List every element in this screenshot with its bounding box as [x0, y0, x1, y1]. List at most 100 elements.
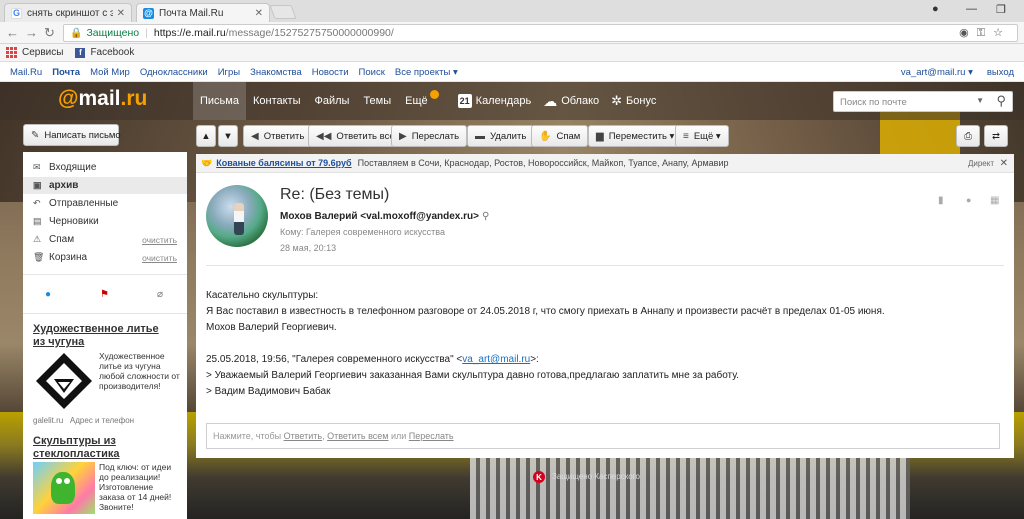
app-bonus[interactable]: ✲ Бонус [611, 93, 656, 109]
close-icon[interactable]: ✕ [1000, 158, 1008, 169]
nav-files[interactable]: Файлы [307, 82, 356, 120]
browser-tab-google[interactable]: G снять скриншот с экрана ✕ [4, 3, 132, 22]
archive-icon: ▣ [33, 180, 42, 190]
next-message-button[interactable]: ▼ [218, 125, 238, 147]
search-icon[interactable]: ⚲ [996, 93, 1006, 109]
quote-line: > Уважаемый Валерий Георгиевич заказанна… [206, 370, 740, 381]
portal-link-ok[interactable]: Одноклассники [140, 67, 208, 78]
top-ad-strip[interactable]: 🤝 Кованые балясины от 79.6руб Поставляем… [196, 154, 1014, 173]
close-icon[interactable]: ✕ [117, 8, 125, 19]
calendar-icon: 21 [457, 94, 472, 108]
user-email-menu[interactable]: va_art@mail.ru ▾ [901, 67, 973, 78]
forward-icon[interactable]: → [25, 25, 38, 40]
clear-spam-link[interactable]: очистить [142, 235, 177, 245]
app-cloud[interactable]: ☁ Облако [543, 93, 599, 110]
folder-inbox[interactable]: ✉ Входящие [33, 159, 183, 176]
minimize-icon[interactable]: — [966, 3, 977, 15]
refresh-button[interactable]: ⇄ [984, 125, 1008, 147]
logout-link[interactable]: выход [987, 67, 1014, 78]
portal-link-myworld[interactable]: Мой Мир [90, 67, 130, 78]
notification-badge [429, 89, 439, 99]
search-icon[interactable]: ⚲ [482, 211, 489, 222]
reply-button[interactable]: ◀ Ответить [243, 125, 313, 147]
message-date: 28 мая, 20:13 [280, 243, 337, 253]
mail-ru-logo[interactable]: @mail.ru [58, 87, 147, 111]
quick-reply-box[interactable]: Нажмите, чтобы Ответить, Ответить всем и… [206, 423, 1000, 449]
browser-tab-mail[interactable]: @ Почта Mail.Ru ✕ [136, 3, 270, 22]
print-button[interactable]: ⎙ [956, 125, 980, 147]
more-button[interactable]: ≡ Ещё ▾ [675, 125, 729, 147]
kaspersky-icon: K [533, 471, 545, 483]
portal-link-mailru[interactable]: Mail.Ru [10, 67, 42, 78]
message-recipient: Кому: Галерея современного искусства [280, 227, 445, 237]
message-subject: Re: (Без темы) [280, 186, 390, 203]
arrow-up-icon: ▲ [201, 130, 211, 142]
folder-archive[interactable]: ▣ архив [23, 177, 187, 194]
nav-letters[interactable]: Письма [193, 82, 246, 120]
app-calendar[interactable]: 21 Календарь [457, 94, 531, 108]
folder-spam[interactable]: ⚠ Спам очистить [33, 231, 183, 248]
flag-filter-icon[interactable]: ⚑ [100, 289, 109, 300]
move-button[interactable]: ▆ Переместить ▾ [588, 125, 683, 147]
compose-button[interactable]: ✎ Написать письмо [23, 124, 121, 146]
portal-link-all-projects[interactable]: Все проекты ▾ [395, 67, 458, 78]
nav-more[interactable]: Ещё [398, 82, 446, 120]
back-icon[interactable]: ← [6, 25, 19, 40]
folder-sent[interactable]: ↶ Отправленные [33, 195, 183, 212]
nav-contacts[interactable]: Контакты [246, 82, 308, 120]
unread-dot-icon[interactable]: ● [966, 195, 971, 205]
delete-button[interactable]: ▬ Удалить [467, 125, 535, 147]
folder-icon: ▆ [596, 130, 604, 142]
nav-themes[interactable]: Темы [356, 82, 398, 120]
ad-link[interactable]: Кованые балясины от 79.6руб [216, 158, 351, 168]
bookmark-facebook[interactable]: f Facebook [75, 47, 134, 58]
portal-link-mail[interactable]: Почта [52, 67, 80, 78]
folder-drafts[interactable]: ▤ Черновики [33, 213, 183, 230]
portal-link-search[interactable]: Поиск [359, 67, 385, 78]
ad-description: Поставляем в Сочи, Краснодар, Ростов, Но… [357, 158, 729, 168]
envelope-icon: ✉ [33, 162, 41, 172]
clear-trash-link[interactable]: очистить [142, 253, 177, 263]
divider [206, 265, 1004, 266]
message-sender[interactable]: Мохов Валерий <val.moxoff@yandex.ru> ⚲ [280, 211, 489, 222]
prev-message-button[interactable]: ▲ [196, 125, 216, 147]
address-bar[interactable]: 🔒 Защищено | https://e.mail.ru/message/1… [63, 24, 1018, 42]
omnibox-icons[interactable]: ◉⚿☆ [959, 26, 1011, 40]
print-icon: ⎙ [964, 130, 972, 142]
close-icon[interactable]: ✕ [255, 8, 263, 19]
body-line: Касательно скульптуры: [206, 290, 319, 301]
folder-sidebar: ✉ Входящие ▣ архив ↶ Отправленные ▤ Черновик… [23, 152, 187, 519]
quick-forward-link[interactable]: Переслать [409, 431, 454, 441]
ad-direct-label[interactable]: Директ [968, 159, 994, 168]
spam-icon: ⚠ [33, 234, 42, 244]
mail-header: @mail.ru Письма Контакты Файлы Темы Ещё … [0, 82, 1024, 120]
ad-title-sculptures[interactable]: Скульптуры из стеклопластика [33, 435, 143, 461]
tab-title: снять скриншот с экрана [27, 7, 113, 19]
unread-filter-icon[interactable]: ● [45, 289, 51, 300]
portal-link-dating[interactable]: Знакомства [250, 67, 302, 78]
attachment-filter-icon[interactable]: ⌀ [157, 289, 163, 300]
bookmark-apps[interactable]: Сервисы [6, 47, 63, 58]
ad-text-casting[interactable]: Художественное литье из чугуна любой сло… [99, 351, 181, 391]
profile-icon[interactable]: ● [932, 3, 939, 15]
ad-title-casting[interactable]: Художественное литье из чугуна [33, 323, 163, 349]
chevron-down-icon[interactable]: ▼ [976, 96, 984, 105]
portal-link-news[interactable]: Новости [312, 67, 349, 78]
forward-button[interactable]: ▶ Переслать [391, 125, 468, 147]
quote-email-link[interactable]: va_art@mail.ru [462, 354, 530, 365]
cloud-icon: ☁ [543, 92, 558, 109]
new-tab-button[interactable] [269, 5, 297, 19]
maximize-icon[interactable]: ❐ [996, 3, 1006, 16]
ad-text-sculptures[interactable]: Под ключ: от идеи до реализации! Изготов… [99, 462, 179, 512]
folder-trash[interactable]: 🗑 Корзина очистить [33, 249, 183, 266]
reload-icon[interactable]: ↻ [44, 25, 55, 41]
ad-domain[interactable]: galelit.ru Адрес и телефон [33, 416, 134, 425]
spam-button[interactable]: ✋ Спам [531, 125, 589, 147]
quick-reply-link[interactable]: Ответить [284, 431, 322, 441]
mail-search-input[interactable]: Поиск по почте ▼ ⚲ [833, 91, 1013, 112]
quick-reply-all-link[interactable]: Ответить всем [327, 431, 388, 441]
kaspersky-label: Защищено Касперского [552, 472, 640, 481]
bookmark-icon[interactable]: ▮ [938, 195, 944, 206]
calendar-icon[interactable]: ▦ [990, 195, 999, 206]
portal-link-games[interactable]: Игры [218, 67, 240, 78]
